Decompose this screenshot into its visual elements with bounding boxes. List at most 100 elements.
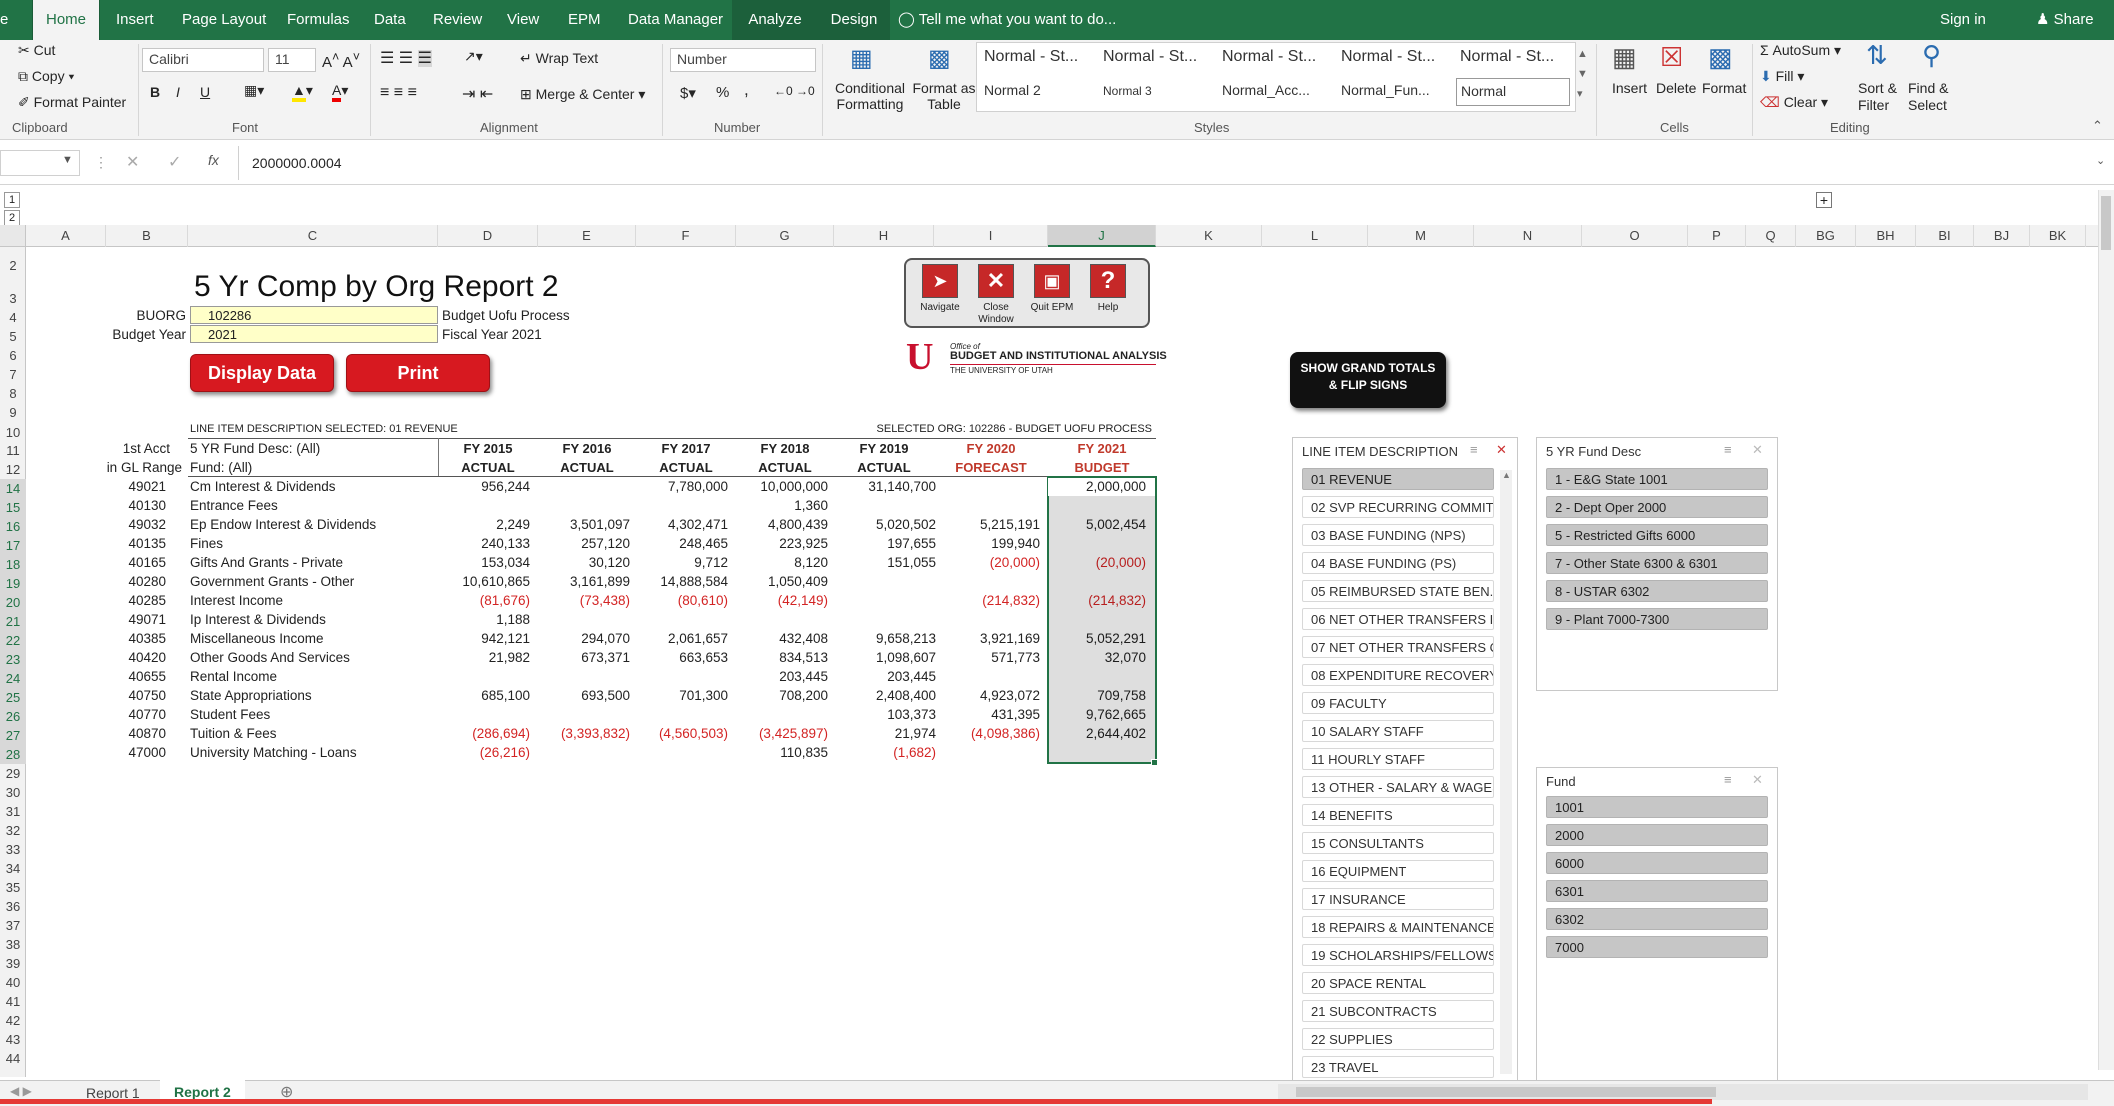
table-cell[interactable]: 31,140,700 bbox=[826, 479, 936, 494]
table-cell[interactable]: 685,100 bbox=[420, 688, 530, 703]
slicer-line-item-option[interactable]: 14 BENEFITS bbox=[1302, 804, 1494, 826]
file-tab[interactable]: e bbox=[0, 0, 12, 40]
grow-font-button[interactable]: A˄ A˅ bbox=[322, 50, 360, 71]
col-header-p[interactable]: P bbox=[1688, 225, 1746, 247]
col-header-n[interactable]: N bbox=[1474, 225, 1582, 247]
format-as-table-button[interactable]: Format as Table bbox=[910, 80, 978, 112]
table-cell[interactable]: 663,653 bbox=[618, 650, 728, 665]
col-header-d[interactable]: D bbox=[438, 225, 538, 247]
row-header-18[interactable]: 18 bbox=[0, 555, 26, 574]
style-normal-2[interactable]: Normal 2 bbox=[984, 82, 1096, 98]
row-header-29[interactable]: 29 bbox=[0, 764, 26, 783]
formula-input[interactable]: 2000000.0004 bbox=[252, 155, 342, 171]
tab-page-layout[interactable]: Page Layout bbox=[182, 0, 266, 40]
wrap-text-button[interactable]: ↵ Wrap Text bbox=[520, 50, 598, 67]
clear-filter-icon[interactable]: ✕ bbox=[1752, 442, 1763, 458]
slicer-fund-option[interactable]: 7000 bbox=[1546, 936, 1768, 958]
multi-select-icon[interactable]: ≡ bbox=[1470, 442, 1478, 457]
slicer-line-item-option[interactable]: 13 OTHER - SALARY & WAGES bbox=[1302, 776, 1494, 798]
insert-function-button[interactable]: fx bbox=[208, 152, 219, 168]
tab-design[interactable]: Design bbox=[818, 0, 890, 40]
find-select-button[interactable]: Find & Select bbox=[1908, 80, 1960, 114]
style-normal-fun[interactable]: Normal_Fun... bbox=[1341, 82, 1453, 98]
tab-insert[interactable]: Insert bbox=[116, 0, 154, 40]
table-row-desc[interactable]: Entrance Fees bbox=[190, 498, 278, 513]
slicer-fund-option[interactable]: 6301 bbox=[1546, 880, 1768, 902]
col-header-f[interactable]: F bbox=[636, 225, 736, 247]
table-cell[interactable]: 1,098,607 bbox=[826, 650, 936, 665]
table-cell[interactable]: 2,061,657 bbox=[618, 631, 728, 646]
autosum-button[interactable]: Σ AutoSum ▾ bbox=[1760, 42, 1841, 59]
outline-level-1[interactable]: 1 bbox=[4, 192, 20, 208]
table-cell[interactable]: 7,780,000 bbox=[618, 479, 728, 494]
slicer-line-item-option[interactable]: 09 FACULTY bbox=[1302, 692, 1494, 714]
table-cell[interactable]: 14,888,584 bbox=[618, 574, 728, 589]
slicer-line-item-option[interactable]: 18 REPAIRS & MAINTENANCE bbox=[1302, 916, 1494, 938]
table-cell[interactable]: 203,445 bbox=[826, 669, 936, 684]
table-row-acct[interactable]: 47000 bbox=[106, 745, 166, 760]
table-row-acct[interactable]: 49032 bbox=[106, 517, 166, 532]
table-cell[interactable]: 21,974 bbox=[826, 726, 936, 741]
col-header-bj[interactable]: BJ bbox=[1974, 225, 2030, 247]
col-header-e[interactable]: E bbox=[538, 225, 636, 247]
table-cell[interactable]: 834,513 bbox=[718, 650, 828, 665]
multi-select-icon[interactable]: ≡ bbox=[1724, 772, 1732, 787]
table-cell[interactable]: (20,000) bbox=[930, 555, 1040, 570]
table-cell[interactable]: (4,560,503) bbox=[618, 726, 728, 741]
slicer-fund-desc-option[interactable]: 8 - USTAR 6302 bbox=[1546, 580, 1768, 602]
tab-view[interactable]: View bbox=[507, 0, 539, 40]
font-size-dropdown[interactable]: 11 bbox=[268, 48, 316, 72]
col-header-bg[interactable]: BG bbox=[1796, 225, 1856, 247]
row-header-6[interactable]: 6 bbox=[0, 346, 26, 365]
slicer-line-item-option[interactable]: 16 EQUIPMENT bbox=[1302, 860, 1494, 882]
table-row-acct[interactable]: 40770 bbox=[106, 707, 166, 722]
row-header-2[interactable]: 2 bbox=[0, 256, 26, 275]
slicer-line-item-option[interactable]: 11 HOURLY STAFF bbox=[1302, 748, 1494, 770]
table-row-acct[interactable]: 40870 bbox=[106, 726, 166, 741]
slicer-line-item-option[interactable]: 10 SALARY STAFF bbox=[1302, 720, 1494, 742]
slicer-fund-desc-option[interactable]: 1 - E&G State 1001 bbox=[1546, 468, 1768, 490]
row-header-33[interactable]: 33 bbox=[0, 840, 26, 859]
navigate-icon[interactable]: ➤ bbox=[922, 264, 958, 298]
table-row-acct[interactable]: 40420 bbox=[106, 650, 166, 665]
slicer-fund-desc-option[interactable]: 2 - Dept Oper 2000 bbox=[1546, 496, 1768, 518]
row-header-31[interactable]: 31 bbox=[0, 802, 26, 821]
table-cell[interactable]: 693,500 bbox=[520, 688, 630, 703]
row-header-38[interactable]: 38 bbox=[0, 935, 26, 954]
table-cell[interactable]: 432,408 bbox=[718, 631, 828, 646]
table-cell[interactable]: 942,121 bbox=[420, 631, 530, 646]
table-cell[interactable]: (81,676) bbox=[420, 593, 530, 608]
fill-button[interactable]: ⬇ Fill ▾ bbox=[1760, 68, 1804, 85]
row-header-12[interactable]: 12 bbox=[0, 460, 26, 479]
row-header-26[interactable]: 26 bbox=[0, 707, 26, 726]
cancel-entry-icon[interactable]: ✕ bbox=[126, 152, 139, 172]
decimal-icon[interactable]: ←0 →0 bbox=[774, 84, 815, 98]
cut-button[interactable]: ✂ Cut bbox=[18, 42, 55, 59]
table-cell[interactable]: 110,835 bbox=[718, 745, 828, 760]
row-header-25[interactable]: 25 bbox=[0, 688, 26, 707]
gallery-scroll-icon[interactable]: ▲ ▼ ▾ bbox=[1577, 44, 1588, 104]
row-header-36[interactable]: 36 bbox=[0, 897, 26, 916]
grand-totals-button[interactable]: SHOW GRAND TOTALS & FLIP SIGNS bbox=[1290, 352, 1446, 408]
row-header-7[interactable]: 7 bbox=[0, 365, 26, 384]
sign-in-link[interactable]: Sign in bbox=[1940, 0, 1986, 40]
row-header-27[interactable]: 27 bbox=[0, 726, 26, 745]
col-header-bi[interactable]: BI bbox=[1916, 225, 1974, 247]
table-cell[interactable]: 4,800,439 bbox=[718, 517, 828, 532]
row-header-35[interactable]: 35 bbox=[0, 878, 26, 897]
table-cell[interactable]: (26,216) bbox=[420, 745, 530, 760]
table-cell[interactable]: 197,655 bbox=[826, 536, 936, 551]
align-top-icon[interactable]: ☰ ☰ ☰ bbox=[380, 48, 432, 68]
table-cell[interactable]: (73,438) bbox=[520, 593, 630, 608]
col-header-bk[interactable]: BK bbox=[2030, 225, 2086, 247]
tab-data-manager[interactable]: Data Manager bbox=[628, 0, 723, 40]
borders-icon[interactable]: ▦▾ bbox=[244, 82, 264, 99]
row-header-23[interactable]: 23 bbox=[0, 650, 26, 669]
tab-review[interactable]: Review bbox=[433, 0, 482, 40]
currency-button[interactable]: $▾ bbox=[680, 84, 696, 102]
fund-filter[interactable]: Fund: (All) bbox=[190, 460, 252, 475]
slicer-fund-desc-option[interactable]: 7 - Other State 6300 & 6301 bbox=[1546, 552, 1768, 574]
table-cell[interactable]: 153,034 bbox=[420, 555, 530, 570]
row-header-19[interactable]: 19 bbox=[0, 574, 26, 593]
table-row-desc[interactable]: Gifts And Grants - Private bbox=[190, 555, 343, 570]
